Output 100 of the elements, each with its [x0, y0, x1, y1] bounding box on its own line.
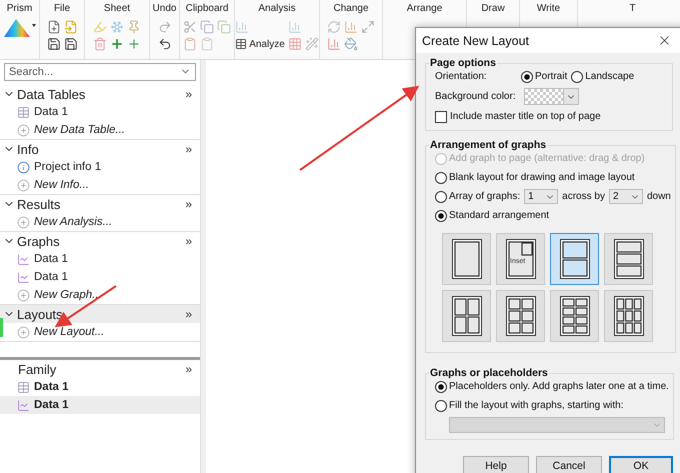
pin-icon[interactable]: [127, 20, 141, 34]
add-icon: [17, 178, 30, 192]
layout-option[interactable]: [496, 290, 545, 342]
navigator-item[interactable]: New Layout...: [0, 323, 200, 341]
radio-dot-icon[interactable]: [521, 70, 533, 82]
dialog-title: Create New Layout: [422, 34, 530, 48]
family-item[interactable]: Data 1: [0, 378, 200, 396]
toolbar-group-label: Undo: [152, 3, 176, 15]
color-picker[interactable]: [524, 88, 579, 105]
add-icon: [17, 216, 30, 228]
copy-icon[interactable]: [200, 20, 214, 34]
wand-icon[interactable]: [304, 37, 319, 51]
arrangement-radio[interactable]: Array of graphs:: [435, 190, 520, 202]
dialog-button[interactable]: Cancel: [536, 456, 602, 473]
color-chart-icon[interactable]: [327, 37, 341, 51]
layout-option[interactable]: [442, 233, 491, 285]
orientation-radio[interactable]: Landscape: [571, 70, 634, 82]
new-file-icon[interactable]: [46, 20, 60, 34]
more-button[interactable]: »: [185, 87, 192, 101]
cut-icon[interactable]: [183, 20, 197, 34]
more-button[interactable]: »: [185, 142, 192, 156]
orientation-radio[interactable]: Portrait: [521, 70, 568, 82]
save-as-icon[interactable]: [64, 37, 78, 51]
navigator-item[interactable]: Data 1: [0, 250, 200, 268]
radio-dot-icon[interactable]: [435, 210, 447, 222]
layout-option[interactable]: [604, 290, 653, 342]
navigator-item[interactable]: New Data Table...: [0, 121, 200, 139]
item-label: New Info...: [34, 179, 89, 191]
item-label: Data 1: [34, 106, 68, 118]
more-button[interactable]: »: [185, 362, 192, 376]
page-layout-icon: [560, 239, 590, 279]
arrangement-radio[interactable]: Standard arrangement: [435, 210, 550, 222]
navigator-section-header[interactable]: Data Tables »: [0, 85, 200, 103]
add-icon: [17, 124, 30, 136]
section-title: Results: [17, 196, 62, 212]
layout-option[interactable]: [604, 233, 653, 285]
analyze-button[interactable]: Analyze: [235, 38, 285, 50]
section-title: Graphs: [17, 234, 61, 248]
layout-option[interactable]: [442, 290, 491, 342]
navigator-section-header[interactable]: Graphs »: [0, 232, 200, 250]
down-dropdown[interactable]: 2: [608, 189, 643, 204]
navigator-section-header[interactable]: Results »: [0, 195, 200, 213]
layout-option[interactable]: [550, 233, 599, 285]
radio-dot-icon[interactable]: [435, 190, 447, 202]
table-icon: [235, 38, 248, 50]
refresh-icon[interactable]: [327, 20, 341, 34]
paint-bucket-icon[interactable]: [344, 37, 358, 51]
resize-icon[interactable]: [361, 20, 375, 34]
more-button[interactable]: »: [185, 307, 192, 321]
group-title: Graphs or placeholders: [429, 367, 549, 379]
navigator-item[interactable]: Data 1: [0, 103, 200, 121]
more-button[interactable]: »: [185, 234, 192, 248]
item-label: Data 1: [34, 399, 69, 411]
plus-icon[interactable]: [110, 37, 124, 51]
family-item[interactable]: Data 1: [0, 396, 200, 414]
field-label: Background color:: [435, 91, 516, 102]
item-label: Project info 1: [34, 161, 102, 173]
toolbar-group-label: Prism: [6, 3, 32, 15]
navigator-item[interactable]: Project info 1: [0, 158, 200, 176]
radio-dot-icon[interactable]: [435, 380, 447, 392]
navigator-section-header[interactable]: Layouts »: [0, 305, 200, 323]
undo-icon[interactable]: [158, 37, 172, 51]
add-column-icon[interactable]: [127, 37, 141, 51]
scroll-indicator: [0, 318, 3, 337]
navigator-item[interactable]: New Info...: [0, 176, 200, 194]
section-title: Layouts: [17, 306, 64, 322]
item-label: Data 1: [34, 271, 68, 283]
dialog-button[interactable]: OK: [609, 456, 673, 473]
arrangement-radio[interactable]: Blank layout for drawing and image layout: [435, 172, 635, 184]
radio-dot-icon[interactable]: [435, 172, 447, 184]
clipboard-icon[interactable]: [183, 37, 197, 51]
toolbar-group-label: Change: [333, 3, 369, 15]
layout-option[interactable]: [550, 290, 599, 342]
navigator-item[interactable]: Data 1: [0, 268, 200, 286]
page-layout-icon: [506, 296, 536, 336]
item-label: Data 1: [34, 381, 69, 393]
field-label: Orientation:: [435, 71, 488, 82]
radio-dot-icon[interactable]: [435, 400, 447, 412]
trash-icon[interactable]: [93, 37, 107, 51]
toolbar-group-label: Clipboard: [186, 3, 228, 15]
across-dropdown[interactable]: 1: [524, 189, 558, 204]
navigator-item[interactable]: New Analysis...: [0, 213, 200, 231]
navigator-section-header[interactable]: Info »: [0, 140, 200, 158]
table-icon[interactable]: [288, 37, 302, 51]
toolbar-group-label: Draw: [481, 3, 505, 15]
placeholder-radio[interactable]: Fill the layout with graphs, starting with:: [435, 400, 624, 412]
search-field[interactable]: Search...: [4, 63, 196, 81]
dialog-button[interactable]: Help: [463, 456, 529, 473]
radio-dot-icon[interactable]: [571, 70, 584, 82]
section-title: Data Tables: [17, 86, 86, 102]
bar-chart-icon[interactable]: [344, 20, 358, 34]
section-title: Family: [18, 362, 58, 376]
placeholder-radio[interactable]: Placeholders only. Add graphs later one at a time.: [435, 380, 669, 392]
toolbar-group-label: Sheet: [104, 3, 130, 15]
toolbar-group-label: Write: [536, 3, 560, 15]
graph-icon: [17, 252, 30, 266]
more-button[interactable]: »: [185, 197, 192, 211]
master-title-checkbox[interactable]: Include master title on top of page: [435, 110, 601, 122]
save-icon[interactable]: [46, 37, 60, 51]
navigator-item[interactable]: New Graph...: [0, 286, 200, 304]
